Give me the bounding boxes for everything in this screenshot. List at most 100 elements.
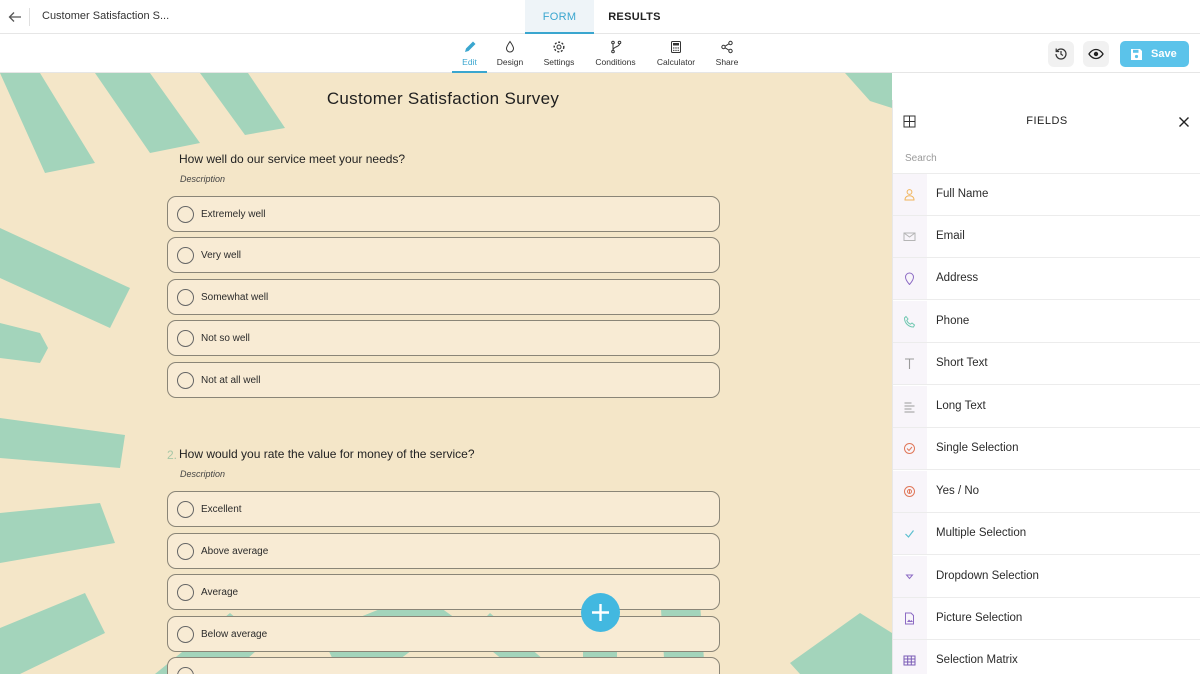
answer-option[interactable]: Somewhat well	[167, 279, 720, 315]
question-2-number: 2.	[167, 448, 178, 462]
paragraph-icon	[904, 402, 915, 413]
radio-button[interactable]	[177, 626, 194, 643]
field-label: Selection Matrix	[936, 654, 1018, 666]
divider	[29, 8, 30, 26]
floppy-disk-icon	[1131, 49, 1142, 60]
field-icon-box	[893, 301, 927, 342]
toolbar-conditions-label: Conditions	[595, 57, 636, 67]
save-button[interactable]: Save	[1120, 41, 1189, 67]
fields-panel-header: FIELDS	[893, 100, 1200, 144]
radio-button[interactable]	[177, 667, 194, 674]
history-icon	[1055, 48, 1067, 60]
field-label: Address	[936, 272, 979, 284]
radio-button[interactable]	[177, 247, 194, 264]
field-phone[interactable]: Phone	[893, 301, 1200, 343]
toolbar-edit-label: Edit	[462, 57, 477, 67]
answer-option[interactable]: Excellent	[167, 491, 720, 527]
answer-option-label: Not so well	[201, 333, 250, 344]
field-icon-box	[893, 343, 927, 384]
field-label: Multiple Selection	[936, 527, 1027, 539]
gear-icon	[553, 41, 565, 53]
field-icon-box	[893, 216, 927, 257]
field-label: Phone	[936, 315, 970, 327]
fields-search-input[interactable]	[893, 144, 1200, 174]
answer-option[interactable]: Very well	[167, 237, 720, 273]
answer-option[interactable]: Extremely well	[167, 196, 720, 232]
radio-button[interactable]	[177, 372, 194, 389]
field-label: Short Text	[936, 357, 988, 369]
field-icon-box	[893, 428, 927, 469]
field-email[interactable]: Email	[893, 216, 1200, 258]
toolbar-settings[interactable]: Settings	[541, 39, 577, 73]
field-icon-box	[893, 471, 927, 512]
history-button[interactable]	[1048, 41, 1074, 67]
tab-form[interactable]: FORM	[525, 0, 594, 34]
preview-button[interactable]	[1083, 41, 1109, 67]
field-full-name[interactable]: Full Name	[893, 174, 1200, 216]
radio-button[interactable]	[177, 289, 194, 306]
eye-icon	[1088, 48, 1104, 60]
check-circle-icon	[904, 443, 915, 454]
field-icon-box	[893, 556, 927, 597]
dropdown-icon	[905, 574, 914, 580]
field-picture-selection[interactable]: Picture Selection	[893, 598, 1200, 640]
answer-option[interactable]: Not so well	[167, 320, 720, 356]
toolbar-edit[interactable]: Edit	[452, 39, 487, 73]
save-button-label: Save	[1151, 48, 1177, 60]
back-arrow-icon[interactable]	[6, 8, 24, 26]
add-question-button[interactable]	[581, 593, 620, 632]
toolbar-calculator[interactable]: Calculator	[654, 39, 698, 73]
answer-option[interactable]: Average	[167, 574, 720, 610]
top-bar: Customer Satisfaction S... FORM RESULTS	[0, 0, 1200, 34]
field-long-text[interactable]: Long Text	[893, 386, 1200, 428]
answer-option-label: Excellent	[201, 504, 242, 515]
toolbar-share-label: Share	[715, 57, 739, 67]
field-short-text[interactable]: Short Text	[893, 343, 1200, 385]
field-icon-box	[893, 174, 927, 215]
question-1-text[interactable]: How well do our service meet your needs?	[179, 152, 405, 166]
close-icon[interactable]	[1178, 116, 1190, 128]
answer-option[interactable]	[167, 657, 720, 674]
document-title[interactable]: Customer Satisfaction S...	[42, 10, 169, 22]
picture-file-icon	[905, 612, 914, 625]
answer-option[interactable]: Not at all well	[167, 362, 720, 398]
field-icon-box	[893, 386, 927, 427]
question-2-description[interactable]: Description	[180, 469, 225, 479]
answer-option[interactable]: Below average	[167, 616, 720, 652]
toolbar-conditions[interactable]: Conditions	[593, 39, 638, 73]
form-canvas: Customer Satisfaction Survey How well do…	[0, 73, 892, 674]
field-selection-matrix[interactable]: Selection Matrix	[893, 640, 1200, 674]
radio-button[interactable]	[177, 330, 194, 347]
answer-option[interactable]: Above average	[167, 533, 720, 569]
answer-option-label: Average	[201, 587, 239, 598]
answer-option-label: Below average	[201, 629, 268, 640]
pencil-icon	[464, 41, 475, 52]
radio-button[interactable]	[177, 501, 194, 518]
droplet-icon	[505, 40, 515, 53]
question-1-description[interactable]: Description	[180, 174, 225, 184]
radio-button[interactable]	[177, 543, 194, 560]
tab-results[interactable]: RESULTS	[600, 0, 669, 34]
field-dropdown-selection[interactable]: Dropdown Selection	[893, 556, 1200, 598]
toolbar-share[interactable]: Share	[713, 39, 741, 73]
phone-icon	[903, 315, 916, 328]
text-t-icon	[905, 358, 914, 369]
branch-icon	[610, 40, 621, 54]
checkmark-icon	[905, 530, 914, 538]
radio-button[interactable]	[177, 206, 194, 223]
field-address[interactable]: Address	[893, 258, 1200, 300]
field-multiple-selection[interactable]: Multiple Selection	[893, 513, 1200, 555]
field-label: Email	[936, 230, 965, 242]
fields-panel: FIELDS Full Name Email Address Phone Sho…	[892, 100, 1200, 674]
toolbar-design[interactable]: Design	[494, 39, 526, 73]
field-yes-no[interactable]: Yes / No	[893, 471, 1200, 513]
field-icon-box	[893, 258, 927, 299]
field-label: Yes / No	[936, 485, 980, 497]
envelope-icon	[903, 232, 916, 241]
radio-button[interactable]	[177, 584, 194, 601]
question-2-text[interactable]: How would you rate the value for money o…	[179, 447, 475, 461]
field-single-selection[interactable]: Single Selection	[893, 428, 1200, 470]
survey-title[interactable]: Customer Satisfaction Survey	[0, 89, 886, 109]
fields-panel-title: FIELDS	[1026, 115, 1068, 127]
field-icon-box	[893, 513, 927, 554]
